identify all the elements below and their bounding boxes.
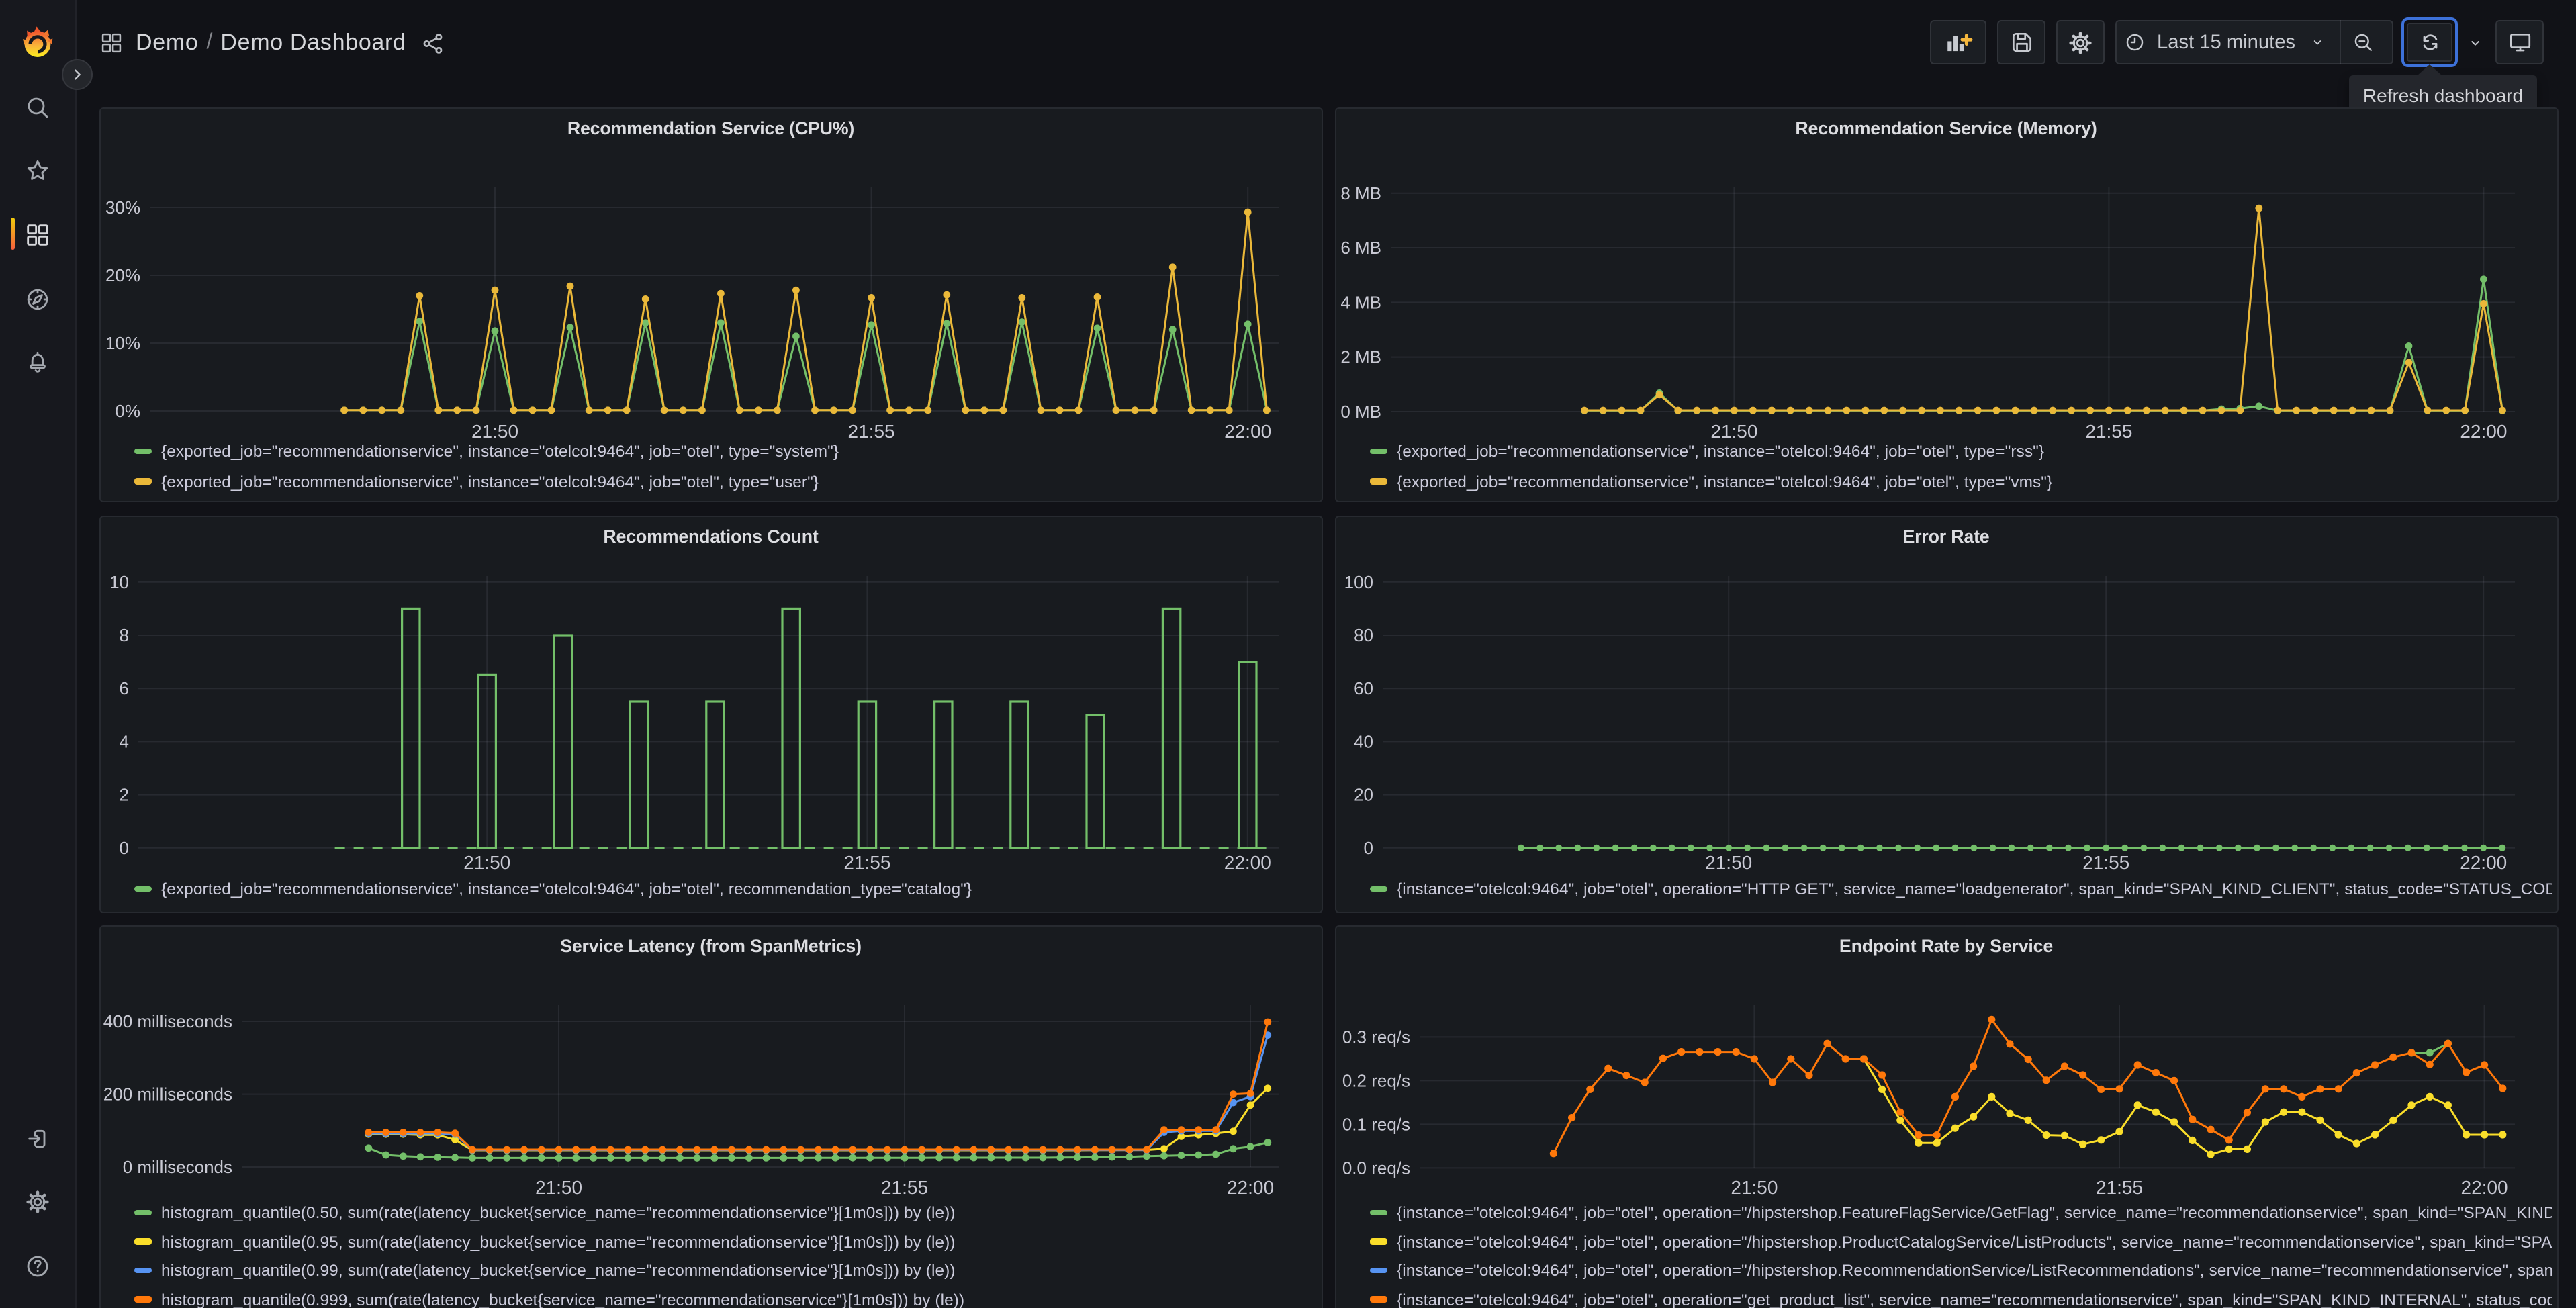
svg-text:2 MB: 2 MB [1340,347,1381,367]
svg-text:21:50: 21:50 [471,421,518,442]
svg-text:21:50: 21:50 [1704,852,1751,873]
svg-text:20%: 20% [105,265,140,285]
svg-text:40: 40 [1353,731,1373,751]
svg-text:30%: 30% [105,197,140,218]
svg-text:21:55: 21:55 [843,852,890,873]
svg-text:0: 0 [1363,838,1373,858]
svg-text:0: 0 [119,838,128,858]
svg-text:0.3 req/s: 0.3 req/s [1342,1026,1410,1046]
svg-text:10%: 10% [105,333,140,353]
svg-text:22:00: 22:00 [2460,1176,2508,1197]
svg-text:6: 6 [119,678,128,698]
svg-text:400 milliseconds: 400 milliseconds [103,1011,232,1031]
svg-text:60: 60 [1353,678,1373,698]
svg-text:10: 10 [109,572,128,592]
svg-text:21:55: 21:55 [2084,421,2131,442]
svg-text:0 MB: 0 MB [1340,402,1381,422]
svg-text:0.2 req/s: 0.2 req/s [1342,1070,1410,1090]
svg-text:22:00: 22:00 [2459,421,2506,442]
svg-text:22:00: 22:00 [2459,852,2506,873]
svg-text:4 MB: 4 MB [1340,292,1381,312]
svg-text:6 MB: 6 MB [1340,238,1381,258]
svg-text:100: 100 [1344,572,1373,592]
svg-text:200 milliseconds: 200 milliseconds [103,1083,232,1103]
svg-text:0 milliseconds: 0 milliseconds [122,1156,232,1176]
svg-text:21:55: 21:55 [2095,1176,2142,1197]
svg-text:0.1 req/s: 0.1 req/s [1342,1113,1410,1133]
svg-text:80: 80 [1353,625,1373,645]
svg-text:8 MB: 8 MB [1340,183,1381,203]
svg-text:21:50: 21:50 [535,1176,582,1197]
svg-text:21:55: 21:55 [847,421,894,442]
svg-text:8: 8 [119,625,128,645]
svg-text:21:50: 21:50 [1710,421,1757,442]
svg-text:21:55: 21:55 [880,1176,927,1197]
svg-text:4: 4 [119,731,128,751]
svg-text:22:00: 22:00 [1226,1176,1273,1197]
svg-text:21:50: 21:50 [463,852,510,873]
svg-text:21:50: 21:50 [1730,1176,1777,1197]
svg-text:0.0 req/s: 0.0 req/s [1342,1157,1410,1177]
svg-text:22:00: 22:00 [1224,852,1271,873]
svg-text:22:00: 22:00 [1224,421,1271,442]
svg-text:0%: 0% [114,401,140,421]
svg-text:20: 20 [1353,785,1373,805]
svg-text:2: 2 [119,785,128,805]
svg-text:21:55: 21:55 [2082,852,2129,873]
